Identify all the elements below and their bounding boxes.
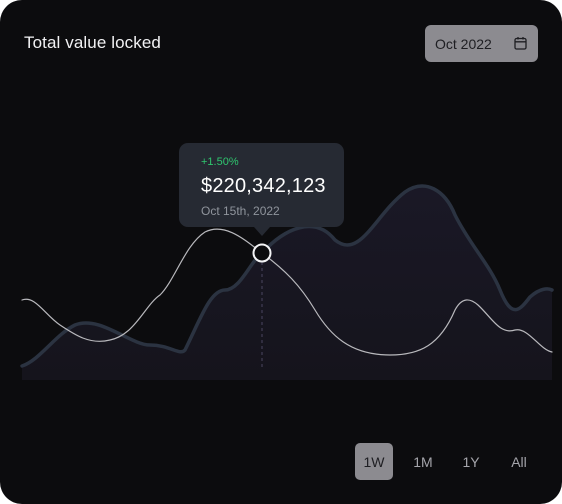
tooltip-change: +1.50% <box>201 156 239 168</box>
tooltip-date: Oct 15th, 2022 <box>201 204 280 218</box>
range-button-all[interactable]: All <box>503 443 535 480</box>
tooltip-value: $220,342,123 <box>201 175 326 197</box>
range-button-1y[interactable]: 1Y <box>455 443 487 480</box>
range-button-1m[interactable]: 1M <box>407 443 439 480</box>
range-button-1w[interactable]: 1W <box>355 443 393 480</box>
chart-tooltip: +1.50% $220,342,123 Oct 15th, 2022 <box>179 143 344 236</box>
hover-point-marker[interactable] <box>252 243 272 263</box>
tvl-card: Total value locked Oct 2022 +1.50% $220,… <box>0 0 562 504</box>
tvl-line-chart <box>20 184 554 380</box>
